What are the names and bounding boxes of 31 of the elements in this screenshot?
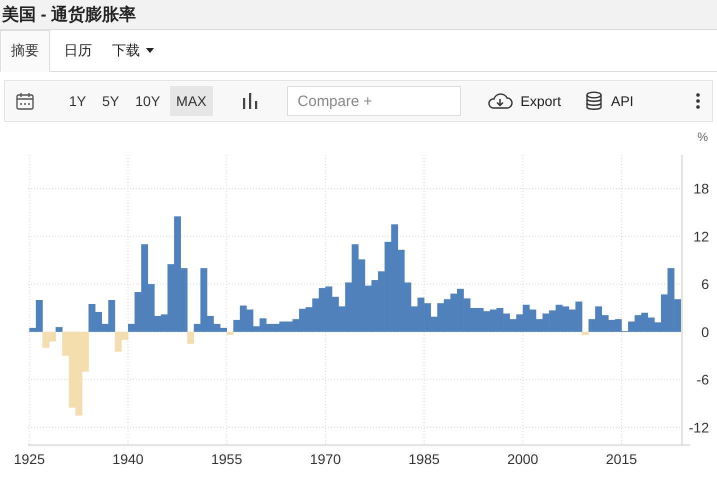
tab[interactable]: 下载: [104, 30, 162, 71]
x-tick-label: 1985: [408, 451, 440, 467]
x-tick-label: 1925: [14, 451, 45, 467]
cloud-download-icon: [486, 92, 513, 110]
y-tick-label: 0: [701, 324, 709, 340]
y-tick-label: 18: [693, 180, 709, 196]
caret-icon: [146, 48, 154, 53]
range-button[interactable]: 5Y: [96, 86, 126, 116]
y-tick-label: 6: [701, 276, 709, 292]
y-tick-label: 12: [693, 228, 709, 244]
page-title: 美国 - 通货膨胀率: [2, 4, 136, 26]
calendar-icon[interactable]: [15, 91, 35, 111]
x-tick-label: 1955: [211, 451, 242, 467]
y-tick-label: -12: [688, 419, 709, 436]
y-tick-label: -6: [696, 372, 709, 388]
compare-field[interactable]: Compare +: [286, 86, 461, 116]
range-button[interactable]: 1Y: [63, 86, 92, 116]
x-tick-label: 2000: [507, 451, 538, 467]
x-tick-label: 1940: [112, 451, 144, 467]
tab[interactable]: 摘要: [0, 30, 50, 72]
x-tick-label: 2015: [606, 451, 638, 467]
y-axis-unit: %: [697, 130, 708, 144]
action-button[interactable]: Export: [482, 88, 565, 114]
x-tick-label: 1970: [310, 451, 341, 467]
more-icon[interactable]: [696, 93, 700, 109]
range-button[interactable]: 10Y: [129, 86, 166, 116]
bar-chart-icon[interactable]: [240, 93, 259, 109]
tab[interactable]: 日历: [56, 30, 100, 71]
database-icon: [584, 91, 603, 111]
range-button[interactable]: MAX: [170, 86, 213, 116]
action-button[interactable]: API: [580, 87, 638, 115]
